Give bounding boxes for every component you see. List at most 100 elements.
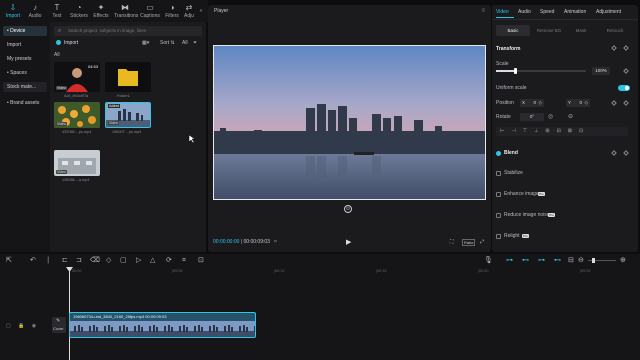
more-tabs-button[interactable]: » xyxy=(196,8,206,14)
sidebar-item-import[interactable]: Import xyxy=(3,40,47,50)
tab-transitions[interactable]: ⧓ Transitions xyxy=(114,3,138,19)
video-preview[interactable] xyxy=(213,45,486,200)
tab-import[interactable]: ⇩ Import xyxy=(2,3,24,19)
play-small-icon[interactable]: ▷ xyxy=(136,257,141,264)
play-button[interactable]: ▶ xyxy=(346,238,351,246)
loop-icon[interactable]: ⟳ xyxy=(166,257,172,264)
media-item-4[interactable]: Added Video xyxy=(105,102,151,128)
frame-icon[interactable]: ▢ xyxy=(120,257,127,264)
sidebar-item-brand-assets[interactable]: • Brand assets xyxy=(3,98,47,108)
magnet-icon[interactable]: ⊶ xyxy=(538,257,545,264)
enhance-checkbox[interactable] xyxy=(496,192,501,197)
tab-video[interactable]: Video xyxy=(496,9,509,15)
delete-icon[interactable]: ⌫ xyxy=(90,257,100,264)
keyframe-icon[interactable] xyxy=(623,45,629,51)
fit-icon[interactable]: ⊙ xyxy=(344,205,352,213)
rotate-dial-icon[interactable]: ◎ xyxy=(548,113,553,120)
flip-icon[interactable]: ⊖ xyxy=(568,113,573,120)
sort-button[interactable]: Sort ⇅ xyxy=(160,40,175,46)
ratio-button[interactable]: Ratio xyxy=(462,239,476,246)
search-icon: ⌕ xyxy=(58,28,62,34)
video-clip[interactable]: 196060734-uhd_3840_2160_25fps.mp4 00:00:… xyxy=(69,312,256,338)
split-left-icon[interactable]: ⊏ xyxy=(62,257,68,264)
rotate-input[interactable]: 0° xyxy=(520,113,544,121)
scale-value-input[interactable]: 100% xyxy=(592,67,610,75)
snap-icon[interactable]: ⊷ xyxy=(522,257,529,264)
sidebar-item-my-presets[interactable]: My presets xyxy=(3,54,47,64)
select-tool-icon[interactable]: ⇱ xyxy=(6,257,12,264)
blend-reset-icon[interactable] xyxy=(611,150,617,156)
split-right-icon[interactable]: ⊐ xyxy=(76,257,82,264)
tab-speed[interactable]: Speed xyxy=(540,9,554,15)
text-icon: T xyxy=(54,3,60,12)
sidebar-item-stock-materials[interactable]: Stock mate... xyxy=(3,82,47,92)
fullscreen-icon[interactable]: ⤢ xyxy=(480,239,484,245)
subtab-basic[interactable]: Basic xyxy=(496,25,530,36)
media-item-3[interactable]: Video xyxy=(54,102,100,128)
warning-icon[interactable]: △ xyxy=(150,257,155,264)
blend-keyframe-icon[interactable] xyxy=(623,150,629,156)
tab-effects[interactable]: ✦ Effects xyxy=(90,3,112,19)
undo-icon[interactable]: ↶ xyxy=(30,257,36,264)
import-button[interactable]: Import xyxy=(56,40,78,46)
tab-audio-props[interactable]: Audio xyxy=(518,9,531,15)
zoom-out-icon[interactable]: ⊖ xyxy=(578,257,584,264)
filter-all-button[interactable]: All xyxy=(182,40,188,46)
tab-captions[interactable]: ▭ Captions xyxy=(139,3,161,19)
tab-stickers[interactable]: ◔ Stickers xyxy=(68,3,90,19)
tab-text[interactable]: T Text xyxy=(46,3,68,19)
scale-keyframe-icon[interactable] xyxy=(623,68,629,74)
stabilize-checkbox[interactable] xyxy=(496,171,501,176)
timeline-panel: 00:00 |00:05 |00:10 |00:15 |00:20 |00:25… xyxy=(0,267,640,360)
relight-checkbox[interactable] xyxy=(496,234,501,239)
media-item-folder[interactable] xyxy=(105,62,151,92)
sidebar-item-device[interactable]: • Device xyxy=(3,26,47,36)
media-item-1[interactable]: 04:53 Video xyxy=(54,62,100,92)
reset-icon[interactable] xyxy=(611,45,617,51)
position-keyframe-icon[interactable] xyxy=(623,100,629,106)
subtab-mask[interactable]: Mask xyxy=(564,25,598,36)
cover-button[interactable]: ✎ Cover xyxy=(52,317,66,333)
tab-animation[interactable]: Animation xyxy=(564,9,586,15)
position-reset-icon[interactable] xyxy=(611,100,617,106)
blend-checkbox[interactable] xyxy=(496,151,501,156)
import-icon: ⇩ xyxy=(9,3,17,12)
position-x-input[interactable]: X 0 ◇ xyxy=(520,99,544,107)
microphone-icon[interactable]: 🎙 xyxy=(484,257,493,264)
ruler-tick-4: |00:20 xyxy=(478,269,489,273)
zoom-slider[interactable] xyxy=(588,258,616,263)
crop-tool-icon[interactable]: ⌗ xyxy=(182,257,186,264)
shield-icon[interactable]: ◇ xyxy=(106,257,111,264)
zoom-in-icon[interactable]: ⊕ xyxy=(620,257,626,264)
media-item-5[interactable]: Video xyxy=(54,150,100,176)
subtab-remove-bg[interactable]: Remove BG xyxy=(532,25,566,36)
zoom-fit-icon[interactable]: ⊟ xyxy=(568,257,574,264)
timeline-toolbar: ⇱ ↶ ⎸ ⊏ ⊐ ⌫ ◇ ▢ ▷ △ ⟳ ⌗ ⊡ 🎙 ⊶ ⊷ ⊶ ⊷ ⊟ ⊖ … xyxy=(0,254,640,267)
menu-icon[interactable]: ≡ xyxy=(481,8,485,14)
zoom-slider-handle[interactable] xyxy=(592,258,595,263)
subtab-retouch[interactable]: Retouch xyxy=(598,25,632,36)
enhance-label: Enhance image xyxy=(504,191,539,197)
sidebar-item-spaces[interactable]: • Spaces xyxy=(3,68,47,78)
link-icon[interactable]: ⊶ xyxy=(506,257,513,264)
tab-audio[interactable]: ♪ Audio xyxy=(24,3,46,19)
scale-slider[interactable] xyxy=(496,68,586,74)
timeline-view-icon[interactable]: ⌗ xyxy=(274,239,277,245)
split-icon[interactable]: ⎸ xyxy=(48,257,55,264)
media-sidebar: • Device Import My presets • Spaces Stoc… xyxy=(0,22,50,252)
ruler-tick-2: |00:10 xyxy=(274,269,285,273)
preview-axis-icon[interactable]: ⊷ xyxy=(554,257,561,264)
track-controls[interactable]: ▢ 🔒 ◉ xyxy=(6,323,39,329)
uniform-scale-toggle[interactable] xyxy=(618,85,630,91)
scale-slider-handle[interactable] xyxy=(514,68,517,74)
noise-checkbox[interactable] xyxy=(496,213,501,218)
funnel-icon[interactable]: ⏷ xyxy=(193,40,197,46)
transform-tool-icon[interactable]: ⊡ xyxy=(198,257,204,264)
crop-icon[interactable]: ⛶ xyxy=(450,239,454,245)
stabilize-label: Stabilize xyxy=(504,170,523,176)
search-input[interactable]: Search project, subjects in image, lines xyxy=(54,26,202,36)
align-toolbar[interactable]: ⊢⊣⊤⊥⊞⊟⊠⊡ xyxy=(496,127,628,136)
position-y-input[interactable]: Y 0 ◇ xyxy=(566,99,590,107)
tab-adjustment-props[interactable]: Adjustment xyxy=(596,9,621,15)
view-grid-button[interactable]: ▦▾ xyxy=(142,40,149,46)
